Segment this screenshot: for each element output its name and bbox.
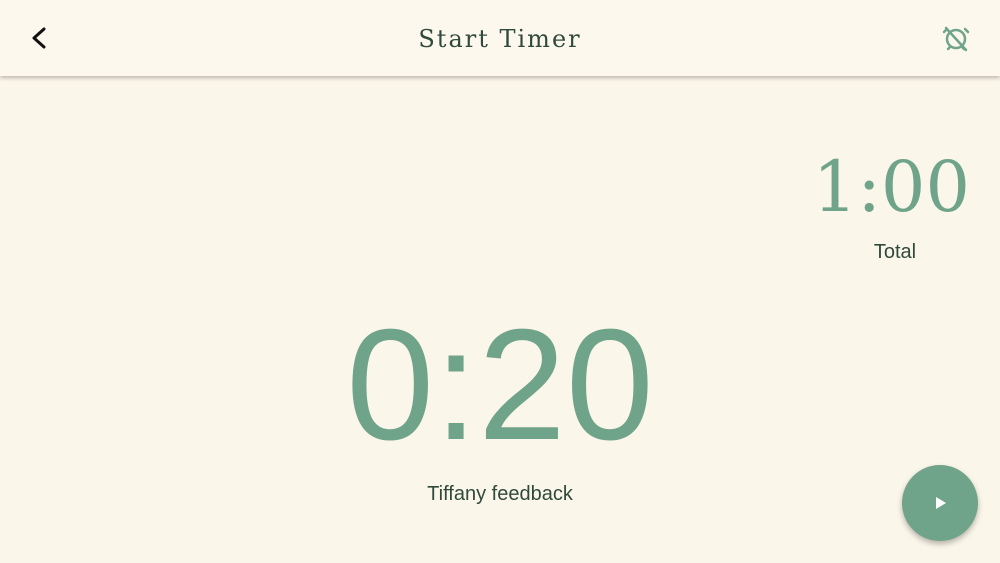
play-button[interactable] (902, 465, 978, 541)
back-button[interactable] (22, 20, 58, 56)
play-icon (936, 497, 946, 509)
total-label: Total (873, 241, 917, 263)
alarm-off-button[interactable] (936, 18, 976, 58)
app-bar: Start Timer (0, 0, 1000, 76)
current-time: 0:20 (346, 297, 654, 473)
alarm-off-icon (942, 26, 970, 52)
page-title: Start Timer (418, 25, 582, 53)
chevron-left-icon (32, 27, 46, 49)
total-time: 1:00 (812, 146, 970, 228)
segment-label: Tiffany feedback (427, 483, 573, 505)
